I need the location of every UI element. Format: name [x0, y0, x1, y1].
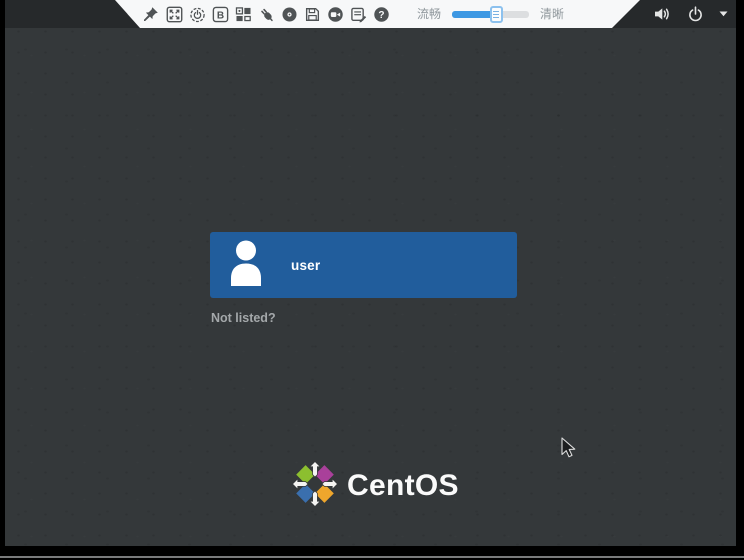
record-icon[interactable]: [326, 5, 344, 23]
quality-label-smooth: 流畅: [417, 0, 441, 28]
user-tile-label: user: [291, 258, 320, 273]
pin-icon[interactable]: [142, 5, 160, 23]
user-avatar-icon: [226, 238, 266, 293]
black-screen-icon[interactable]: B: [211, 5, 229, 23]
plug-icon[interactable]: [257, 5, 275, 23]
centos-wordmark: CentOS: [347, 469, 459, 503]
power-icon[interactable]: [188, 5, 206, 23]
cdrom-icon[interactable]: [280, 5, 298, 23]
power-icon[interactable]: [687, 6, 704, 23]
fullscreen-icon[interactable]: [165, 5, 183, 23]
window-frame-edge: [0, 556, 744, 558]
quality-slider-handle[interactable]: [490, 6, 503, 23]
centos-logo-icon: [292, 461, 338, 512]
quality-label-clear: 清晰: [540, 0, 564, 28]
chevron-down-icon[interactable]: [719, 11, 728, 17]
volume-icon[interactable]: [653, 6, 672, 22]
remote-desktop-screen: user Not listed? CentOS: [5, 0, 736, 546]
help-icon[interactable]: ?: [372, 5, 390, 23]
quality-slider[interactable]: [452, 11, 529, 18]
clipboard-icon[interactable]: [349, 5, 367, 23]
quality-slider-group: 流畅 清晰: [417, 0, 564, 28]
centos-branding: CentOS: [292, 462, 459, 510]
mouse-cursor: [561, 437, 578, 464]
system-status-area[interactable]: [653, 0, 728, 28]
keyboard-icon[interactable]: [234, 5, 252, 23]
remote-viewer-toolbar: B: [110, 0, 640, 28]
svg-text:B: B: [216, 10, 223, 21]
svg-text:?: ?: [378, 10, 384, 21]
user-tile[interactable]: user: [210, 232, 517, 298]
not-listed-button[interactable]: Not listed?: [211, 311, 276, 325]
floppy-icon[interactable]: [303, 5, 321, 23]
